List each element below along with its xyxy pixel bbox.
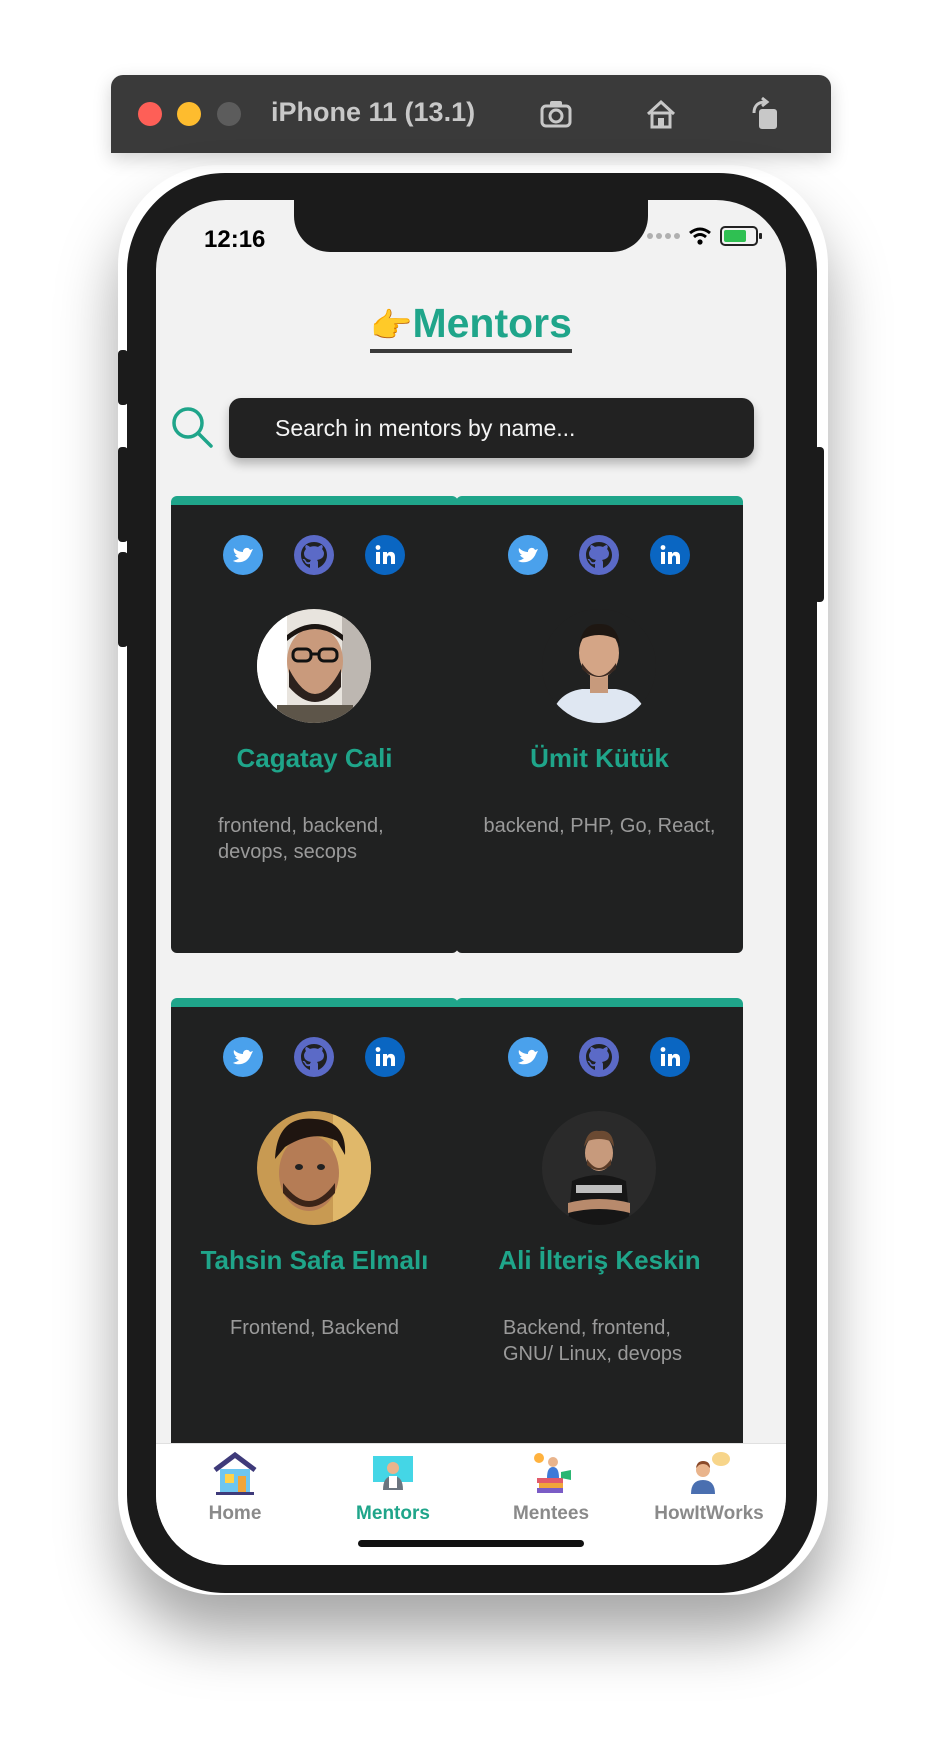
mentor-skills: frontend, backend, devops, secops [218,815,384,863]
status-indicators [647,226,762,246]
tab-mentors[interactable]: Mentors [314,1444,472,1525]
mentor-skills: Backend, frontend, GNU/ Linux, devops [503,1317,682,1365]
close-window-button[interactable] [138,102,162,126]
simulator-titlebar: iPhone 11 (13.1) [111,75,831,153]
twitter-icon[interactable] [508,535,548,575]
battery-icon [720,226,762,246]
mentor-card[interactable]: Cagatay Cali frontend, backend, devops, … [171,496,458,953]
mentor-name: Ali İlteriş Keskin [498,1245,701,1275]
pointing-hand-icon: 👉 [370,307,413,345]
github-icon[interactable] [294,535,334,575]
phone-screen: 12:16 👉Mentors Search in mentors by name… [156,200,786,1565]
minimize-window-button[interactable] [177,102,201,126]
mentor-name: Tahsin Safa Elmalı [200,1245,429,1275]
mentor-avatar [257,1111,371,1225]
rotate-icon[interactable] [745,95,783,133]
tab-label: Mentees [512,1503,590,1524]
status-time: 12:16 [204,226,266,253]
mentor-avatar [257,609,371,723]
tab-label: HowItWorks [654,1503,764,1524]
page-title: 👉Mentors [156,300,786,353]
mentor-avatar [542,609,656,723]
home-icon[interactable] [642,95,680,133]
linkedin-icon[interactable] [650,535,690,575]
search-input[interactable]: Search in mentors by name... [229,398,754,458]
mentor-card[interactable]: Ümit Kütük backend, PHP, Go, React, [456,496,743,953]
linkedin-icon[interactable] [365,535,405,575]
books-student-icon [534,1453,571,1493]
mentor-skills: Frontend, Backend [230,1317,399,1339]
person-idea-icon [691,1452,730,1494]
mentor-skills: backend, PHP, Go, React, [483,815,716,837]
mentor-card[interactable]: Ali İlteriş Keskin Backend, frontend, GN… [456,998,743,1458]
twitter-icon[interactable] [223,535,263,575]
mentor-card[interactable]: Tahsin Safa Elmalı Frontend, Backend [171,998,458,1458]
signal-icon [647,233,680,239]
screenshot-icon[interactable] [537,95,575,133]
github-icon[interactable] [579,1037,619,1077]
zoom-window-button[interactable] [217,102,241,126]
tab-home[interactable]: Home [156,1444,314,1525]
tab-mentees[interactable]: Mentees [472,1444,630,1525]
github-icon[interactable] [579,535,619,575]
wifi-icon [689,227,711,245]
mentor-avatar [542,1111,656,1225]
simulator-title: iPhone 11 (13.1) [271,97,476,127]
tab-howitworks[interactable]: HowItWorks [630,1444,786,1525]
house-icon [213,1451,257,1495]
linkedin-icon[interactable] [650,1037,690,1077]
notch [294,200,648,252]
twitter-icon[interactable] [508,1037,548,1077]
home-indicator[interactable] [358,1540,584,1547]
mentor-name: Ümit Kütük [530,743,669,773]
search-icon[interactable] [170,405,214,449]
tab-label: Home [208,1503,262,1524]
mentor-name: Cagatay Cali [236,743,393,773]
mentor-board-icon [373,1456,413,1490]
tab-label: Mentors [356,1503,430,1524]
twitter-icon[interactable] [223,1037,263,1077]
page-title-text: Mentors [412,300,572,346]
github-icon[interactable] [294,1037,334,1077]
linkedin-icon[interactable] [365,1037,405,1077]
